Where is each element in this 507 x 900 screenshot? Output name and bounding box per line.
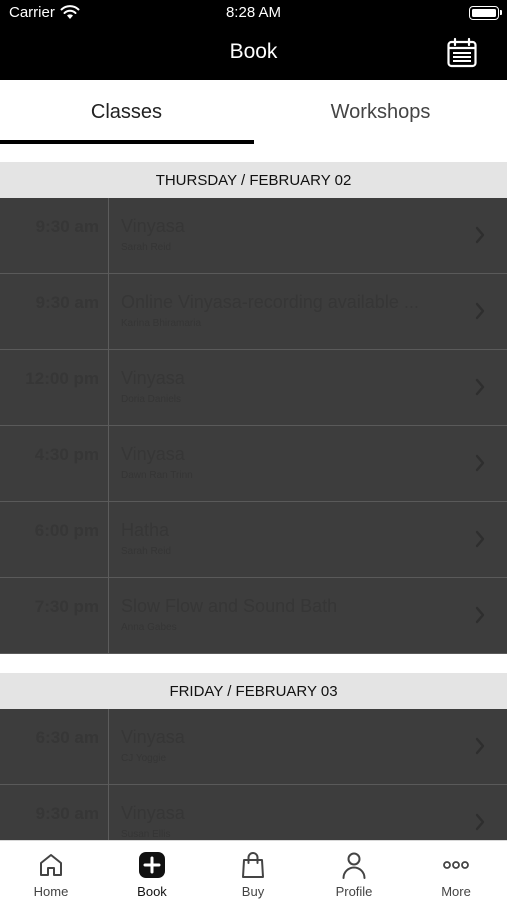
chevron-right-icon <box>475 606 485 624</box>
class-instructor: CJ Yoggie <box>121 753 167 764</box>
class-row[interactable]: 9:30 am Vinyasa Sarah Reid <box>0 198 507 274</box>
class-name: Vinyasa <box>121 727 185 747</box>
class-name: Slow Flow and Sound Bath <box>121 596 338 616</box>
chevron-right-icon <box>475 454 485 472</box>
status-bar: Carrier 8:28 AM <box>0 0 507 28</box>
row-divider <box>108 426 109 502</box>
class-row[interactable]: 9:30 am Online Vinyasa-recording availab… <box>0 274 507 350</box>
day-header: THURSDAY / FEBRUARY 02 <box>0 162 507 198</box>
class-row[interactable]: 7:30 pm Slow Flow and Sound Bath Anna Ga… <box>0 578 507 654</box>
day-section: THURSDAY / FEBRUARY 02 9:30 am Vinyasa S… <box>0 162 507 654</box>
class-time: 12:00 pm <box>25 369 99 388</box>
tabbar-item-home[interactable]: Home <box>0 841 102 900</box>
class-instructor: Karina Bhiramaria <box>121 318 202 329</box>
class-instructor: Anna Gabes <box>121 622 177 633</box>
class-row[interactable]: 6:00 pm Hatha Sarah Reid <box>0 502 507 578</box>
class-name: Vinyasa <box>121 368 185 388</box>
class-row[interactable]: 4:30 pm Vinyasa Dawn Ran Trinn <box>0 426 507 502</box>
tabbar-item-book[interactable]: Book <box>101 841 203 900</box>
class-time: 9:30 am <box>35 293 99 312</box>
class-instructor: Sarah Reid <box>121 242 172 253</box>
clock: 8:28 AM <box>225 4 282 21</box>
row-divider <box>108 350 109 426</box>
class-row[interactable]: 9:30 am Vinyasa Susan Ellis <box>0 785 507 840</box>
class-instructor: Dawn Ran Trinn <box>121 470 193 481</box>
row-divider <box>108 709 109 785</box>
chevron-right-icon <box>475 813 485 831</box>
chevron-right-icon <box>475 226 485 244</box>
nav-bar: Book <box>0 28 507 80</box>
bottom-tab-bar: Home Book Buy Profile More <box>0 840 507 900</box>
row-divider <box>108 502 109 578</box>
class-name: Vinyasa <box>121 803 185 823</box>
segment-tabs: Classes Workshops <box>0 80 507 144</box>
class-row[interactable]: 12:00 pm Vinyasa Doria Daniels <box>0 350 507 426</box>
class-name: Vinyasa <box>121 216 185 236</box>
shopping-bag-icon <box>242 852 264 878</box>
day-header: FRIDAY / FEBRUARY 03 <box>0 673 507 709</box>
class-name: Vinyasa <box>121 444 185 464</box>
row-divider <box>108 198 109 274</box>
tabbar-item-more[interactable]: More <box>405 841 507 900</box>
home-icon <box>40 854 62 876</box>
tabbar-label: Buy <box>241 884 265 899</box>
calendar-icon[interactable] <box>446 37 478 69</box>
tabbar-item-buy[interactable]: Buy <box>202 841 304 900</box>
class-time: 4:30 pm <box>34 445 99 464</box>
row-divider <box>108 785 109 840</box>
tab-classes[interactable]: Classes <box>0 80 253 144</box>
tabbar-label: More <box>441 884 471 899</box>
class-time: 9:30 am <box>35 804 99 823</box>
class-time: 6:30 am <box>35 728 99 747</box>
chevron-right-icon <box>475 737 485 755</box>
tab-workshops[interactable]: Workshops <box>254 80 507 144</box>
page-title: Book <box>229 40 278 63</box>
chevron-right-icon <box>475 530 485 548</box>
ellipsis-icon <box>443 861 469 869</box>
schedule-list[interactable]: THURSDAY / FEBRUARY 02 9:30 am Vinyasa S… <box>0 144 507 840</box>
class-instructor: Doria Daniels <box>121 394 182 405</box>
class-time: 9:30 am <box>35 217 99 236</box>
day-section: FRIDAY / FEBRUARY 03 6:30 am Vinyasa CJ … <box>0 673 507 840</box>
plus-square-icon <box>139 852 165 878</box>
tabbar-item-profile[interactable]: Profile <box>303 841 405 900</box>
tabbar-label: Home <box>33 884 69 899</box>
class-time: 6:00 pm <box>34 521 99 540</box>
class-time: 7:30 pm <box>34 597 99 616</box>
class-instructor: Sarah Reid <box>121 546 172 557</box>
tabbar-label: Book <box>137 884 167 899</box>
class-name: Hatha <box>121 520 170 540</box>
row-divider <box>108 274 109 350</box>
tabbar-label: Profile <box>335 884 373 899</box>
row-divider <box>108 578 109 654</box>
person-icon <box>342 852 366 879</box>
class-row[interactable]: 6:30 am Vinyasa CJ Yoggie <box>0 709 507 785</box>
class-instructor: Susan Ellis <box>121 829 171 840</box>
chevron-right-icon <box>475 378 485 396</box>
class-name: Online Vinyasa-recording available ... <box>121 292 419 312</box>
chevron-right-icon <box>475 302 485 320</box>
battery-icon <box>469 6 502 20</box>
